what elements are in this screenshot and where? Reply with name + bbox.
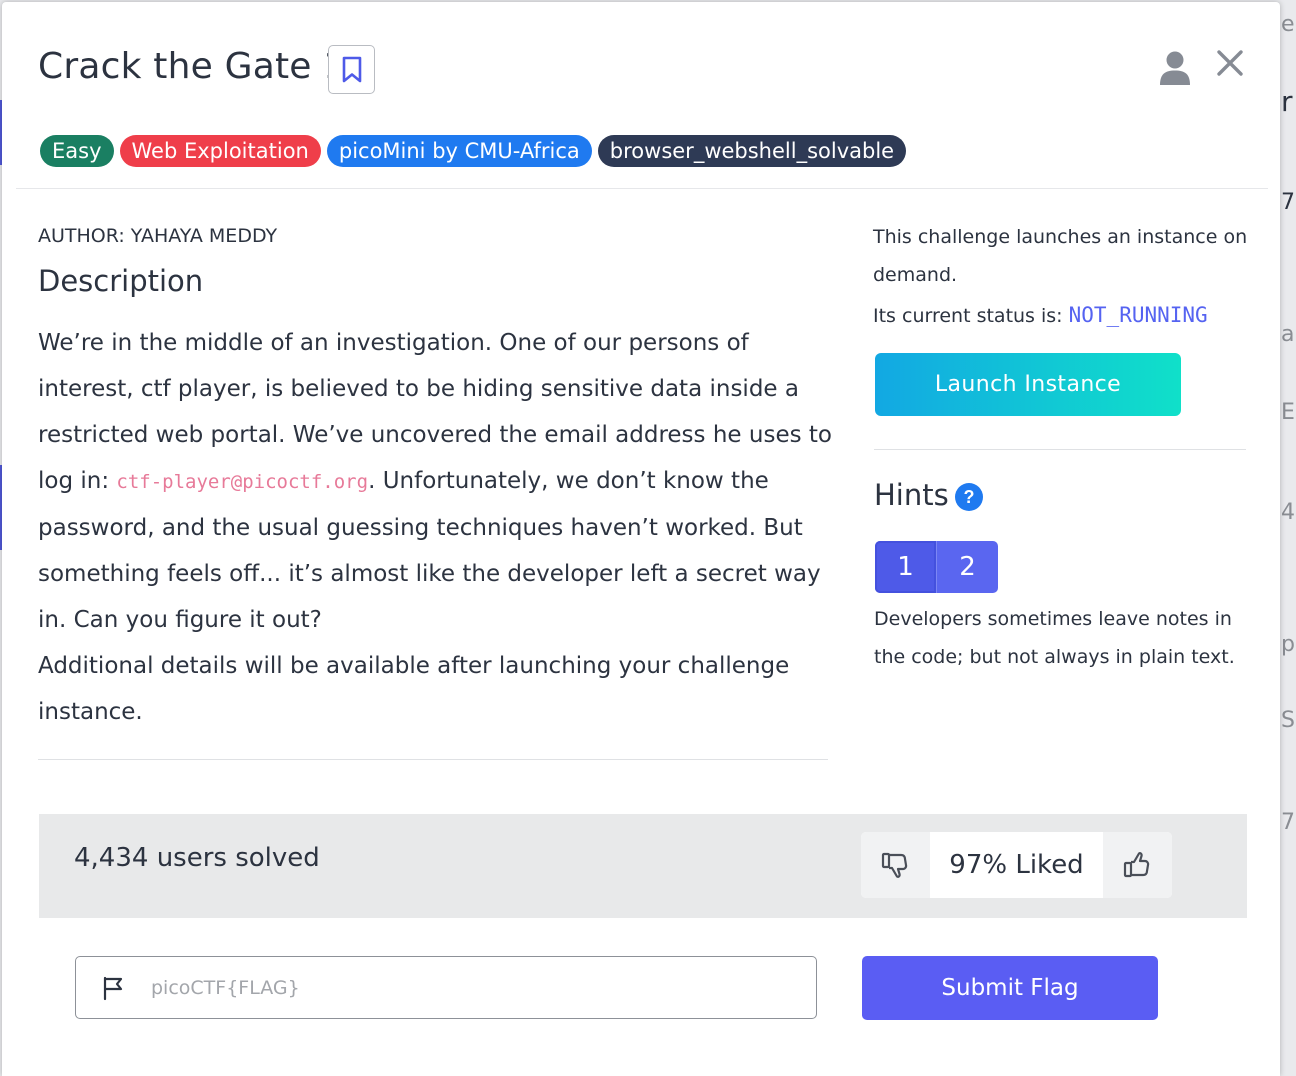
description-text: We’re in the middle of an investigation.…	[38, 320, 838, 643]
liked-percentage: 97% Liked	[949, 850, 1084, 880]
svg-text:?: ?	[964, 487, 975, 507]
tag-difficulty[interactable]: Easy	[40, 135, 114, 167]
description-heading: Description	[38, 264, 204, 298]
background-text: ar	[1281, 322, 1296, 347]
tag-category[interactable]: Web Exploitation	[119, 135, 321, 167]
background-text: E	[1281, 400, 1295, 425]
solved-count: 4,434 users solved	[74, 843, 320, 873]
header-divider	[16, 188, 1268, 189]
background-text: er	[1281, 12, 1296, 37]
user-icon[interactable]	[1159, 50, 1191, 86]
launch-instance-button[interactable]: Launch Instance	[875, 353, 1181, 416]
hint-text: Developers sometimes leave notes in the …	[874, 608, 1235, 668]
status-value: NOT_RUNNING	[1068, 303, 1208, 327]
tag-webshell[interactable]: browser_webshell_solvable	[597, 135, 907, 167]
bookmark-icon	[342, 56, 361, 82]
close-icon[interactable]	[1215, 48, 1245, 78]
flag-icon	[103, 976, 123, 1000]
background-text: r	[1281, 85, 1293, 118]
hints-heading: Hints	[874, 478, 949, 512]
tag-event[interactable]: picoMini by CMU-Africa	[326, 135, 592, 167]
challenge-modal: Crack the Gate 1 Easy Web Exploitation p…	[2, 2, 1280, 1076]
instance-panel: This challenge launches an instance on d…	[873, 218, 1253, 335]
thumbs-down-icon	[881, 852, 907, 878]
background-text: 7	[1281, 810, 1295, 835]
flag-input-wrapper[interactable]	[75, 956, 817, 1019]
email-code: ctf-player@picoctf.org	[116, 471, 369, 493]
flag-input[interactable]	[149, 975, 753, 1000]
hint-tab-2[interactable]: 2	[936, 541, 998, 593]
launch-note: This challenge launches an instance on d…	[873, 226, 1248, 286]
description-divider	[38, 759, 828, 760]
background-text: p	[1281, 632, 1295, 657]
status-line: Its current status is: NOT_RUNNING	[873, 296, 1253, 335]
description-body: We’re in the middle of an investigation.…	[38, 320, 838, 735]
background-text: 75	[1281, 190, 1296, 215]
submit-flag-button[interactable]: Submit Flag	[862, 956, 1158, 1020]
help-icon[interactable]: ?	[954, 482, 984, 512]
hint-tabs: 1 2	[875, 541, 998, 593]
bookmark-button[interactable]	[328, 45, 375, 94]
status-label: Its current status is:	[873, 305, 1069, 327]
like-button[interactable]	[1103, 832, 1172, 898]
rating-box: 97% Liked	[861, 832, 1172, 898]
background-text: S	[1281, 708, 1295, 733]
author-label: AUTHOR: YAHAYA MEDDY	[38, 225, 278, 247]
dislike-button[interactable]	[861, 832, 930, 898]
background-text: 45	[1281, 500, 1296, 525]
instance-divider	[874, 449, 1246, 450]
tag-list: Easy Web Exploitation picoMini by CMU-Af…	[40, 135, 907, 167]
challenge-title: Crack the Gate 1	[38, 46, 347, 87]
description-extra: Additional details will be available aft…	[38, 653, 790, 725]
hint-tab-1[interactable]: 1	[875, 541, 936, 593]
thumbs-up-icon	[1123, 852, 1149, 878]
